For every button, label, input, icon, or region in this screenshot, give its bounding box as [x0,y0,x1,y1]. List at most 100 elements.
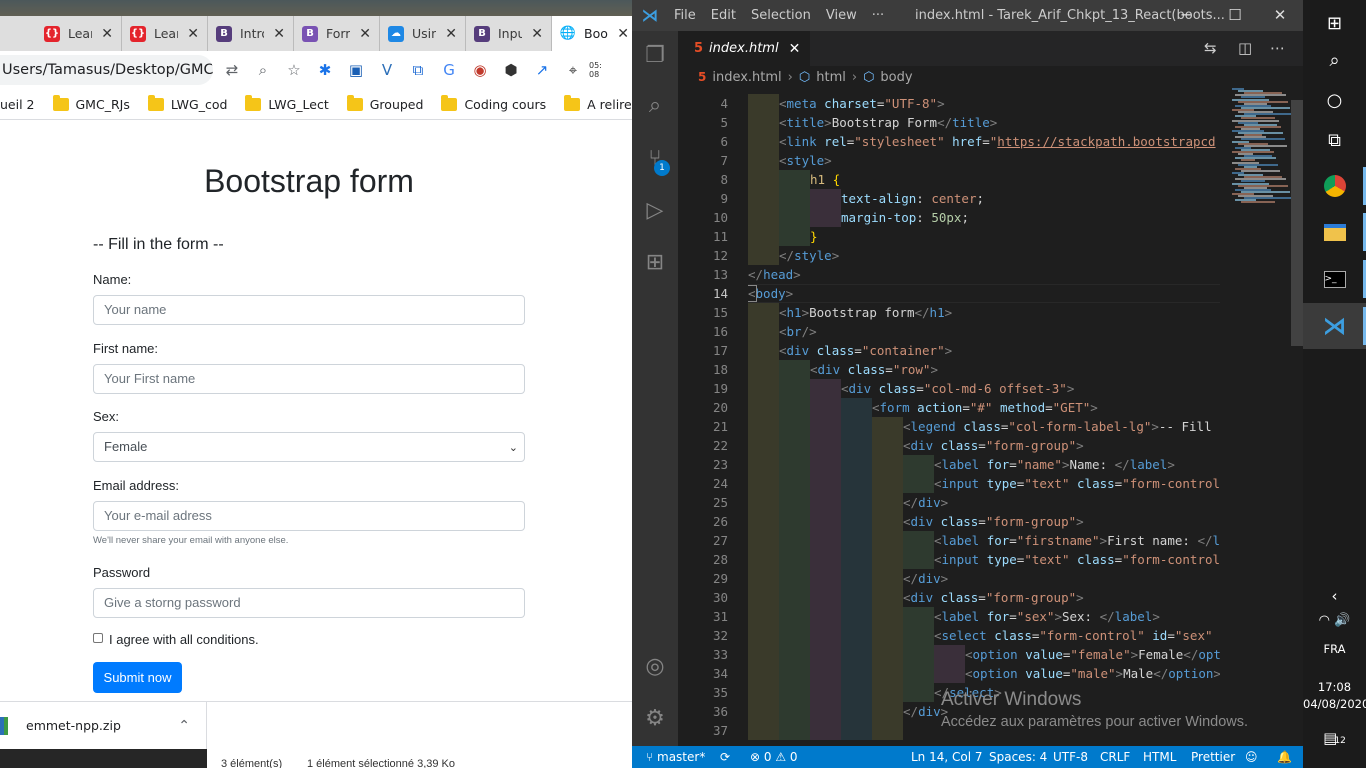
bookmark-item[interactable]: LWG_cod [147,94,227,112]
code-line[interactable]: <div class="form-group"> [903,436,1084,455]
code-line[interactable]: </head> [748,265,801,284]
editor-scrollbar[interactable] [1291,100,1303,346]
close-tab-icon[interactable]: ✕ [359,26,371,42]
action-center-icon[interactable]: ▤12 [1303,729,1366,747]
code-line[interactable]: <h1>Bootstrap form</h1> [779,303,952,322]
breadcrumb-file[interactable]: index.html [712,70,781,85]
browser-tab[interactable]: B Inpu ✕ [466,16,552,51]
wifi-icon[interactable]: ◠ 🔊 [1303,613,1366,628]
agree-checkbox[interactable] [93,633,103,643]
email-input[interactable]: Your e-mail adress [93,501,525,531]
chevron-up-icon[interactable]: ⌃ [178,718,190,734]
close-tab-icon[interactable]: ✕ [617,26,629,42]
settings-gear-icon[interactable]: ⚙ [632,694,678,742]
firstname-input[interactable]: Your First name [93,364,525,394]
code-line[interactable]: } [810,227,818,246]
code-line[interactable]: <link rel="stylesheet" href="https://sta… [779,132,1216,151]
bookmark-item[interactable]: GMC_RJs [52,94,130,112]
close-tab-icon[interactable]: ✕ [187,26,199,42]
code-line[interactable]: <option value="male">Male</option> [965,664,1220,683]
code-line[interactable]: <label for="sex">Sex: </label> [934,607,1160,626]
close-tab-icon[interactable]: ✕ [273,26,285,42]
menu-more[interactable]: ··· [872,8,884,23]
bookmark-item[interactable]: ueil 2 [0,97,35,112]
more-actions-icon[interactable]: ⋯ [1270,31,1285,66]
chrome-icon[interactable] [1303,163,1366,209]
code-line[interactable]: h1 { [810,170,840,189]
run-debug-icon[interactable]: ▷ [632,186,678,234]
code-line[interactable]: <legend class="col-form-label-lg">-- Fil… [903,417,1219,436]
close-tab-icon[interactable]: ✕ [101,26,113,42]
code-editor[interactable]: 4 5 6 7 8 9 10 11 12 13 14 15 16 17 18 19 20 21 22 23 24 25 26… [678,88,1220,746]
task-view-icon[interactable]: ⧉ [1303,117,1366,163]
code-line[interactable]: </style> [779,246,839,265]
breadcrumb-html[interactable]: html [816,70,846,85]
menu-file[interactable]: File [674,8,696,23]
bookmark-item[interactable]: Coding cours [441,94,546,112]
submit-button[interactable]: Submit now [93,662,182,693]
code-line[interactable]: <select class="form-control" id="sex" [934,626,1220,645]
input-language[interactable]: FRA [1303,642,1366,656]
explorer-icon[interactable]: ❐ [632,31,678,79]
editor-tab-index-html[interactable]: 5 index.html ✕ [678,31,810,66]
code-line[interactable]: <title>Bootstrap Form</title> [779,113,997,132]
extension-icon[interactable]: V [375,58,399,82]
show-hidden-icons-icon[interactable]: ‹ [1303,587,1366,605]
branch-indicator[interactable]: ⑂ master* [646,746,705,768]
close-tab-icon[interactable]: ✕ [531,26,543,42]
source-control-icon[interactable]: ⑂ 1 [632,134,678,182]
password-input[interactable]: Give a storng password [93,588,525,618]
code-line[interactable]: <br/> [779,322,817,341]
extension-icon[interactable]: G [437,58,461,82]
close-tab-icon[interactable]: ✕ [789,41,801,57]
compare-changes-icon[interactable]: ⇆ [1204,31,1217,66]
code-line[interactable]: text-align: center; [841,189,984,208]
code-line[interactable]: <div class="form-group"> [903,512,1084,531]
menu-selection[interactable]: Selection [751,8,811,23]
extension-icon[interactable]: ◉ [468,58,492,82]
menu-edit[interactable]: Edit [711,8,736,23]
bookmark-item[interactable]: Grouped [346,94,423,112]
minimize-icon[interactable]: ─ [1163,0,1209,31]
code-line[interactable]: <form action="#" method="GET"> [872,398,1098,417]
problems-indicator[interactable]: ⊗ 0 ⚠ 0 [750,746,798,768]
feedback-icon[interactable]: ☺ [1245,746,1258,768]
code-line[interactable]: <label for="firstname">First name: </l [934,531,1220,550]
line-ending[interactable]: CRLF [1100,746,1130,768]
indentation[interactable]: Spaces: 4 [989,746,1047,768]
extensions-icon[interactable]: ⊞ [632,238,678,286]
code-line[interactable]: <input type="text" class="form-control [934,550,1220,569]
encoding[interactable]: UTF-8 [1053,746,1088,768]
vscode-taskbar-icon[interactable]: ⋊ [1303,303,1366,349]
search-icon[interactable]: ⌕ [632,81,678,129]
extension-icon[interactable]: ⧉ [406,58,430,82]
extension-icon[interactable]: ⌖ [561,58,585,82]
name-input[interactable]: Your name [93,295,525,325]
code-line[interactable]: <input type="text" class="form-control [934,474,1220,493]
code-line[interactable]: <body> [748,284,793,303]
bookmark-star-icon[interactable]: ☆ [282,58,306,82]
extension-icon[interactable]: ✱ [313,58,337,82]
zoom-icon[interactable]: ⌕ [251,58,275,82]
browser-tab[interactable]: {} Lear ✕ [122,16,208,51]
cursor-position[interactable]: Ln 14, Col 7 [911,746,983,768]
code-line[interactable]: <div class="container"> [779,341,952,360]
code-line[interactable]: <div class="row"> [810,360,938,379]
code-line[interactable]: <label for="name">Name: </label> [934,455,1175,474]
menu-view[interactable]: View [826,8,857,23]
clock-date[interactable]: 04/08/2020 [1303,697,1366,711]
extension-icon[interactable]: ↗ [530,58,554,82]
download-item[interactable]: emmet-npp.zip ⌃ [0,701,207,749]
browser-tab[interactable]: B Intro ✕ [208,16,294,51]
translate-icon[interactable]: ⇄ [220,58,244,82]
extension-icon[interactable]: ⬢ [499,58,523,82]
close-tab-icon[interactable]: ✕ [445,26,457,42]
account-icon[interactable]: ◎ [632,642,678,690]
sex-select[interactable]: Female ⌄ [93,432,525,462]
browser-tab[interactable]: 🌐 Boo ✕ [552,16,632,51]
address-bar[interactable]: Users/Tamasus/Desktop/GMC/0... [0,55,213,85]
close-icon[interactable]: ✕ [1257,0,1303,31]
split-editor-icon[interactable]: ◫ [1238,31,1252,66]
bookmark-item[interactable]: A relire !!! [564,94,632,112]
terminal-icon[interactable]: >_ [1303,256,1366,302]
